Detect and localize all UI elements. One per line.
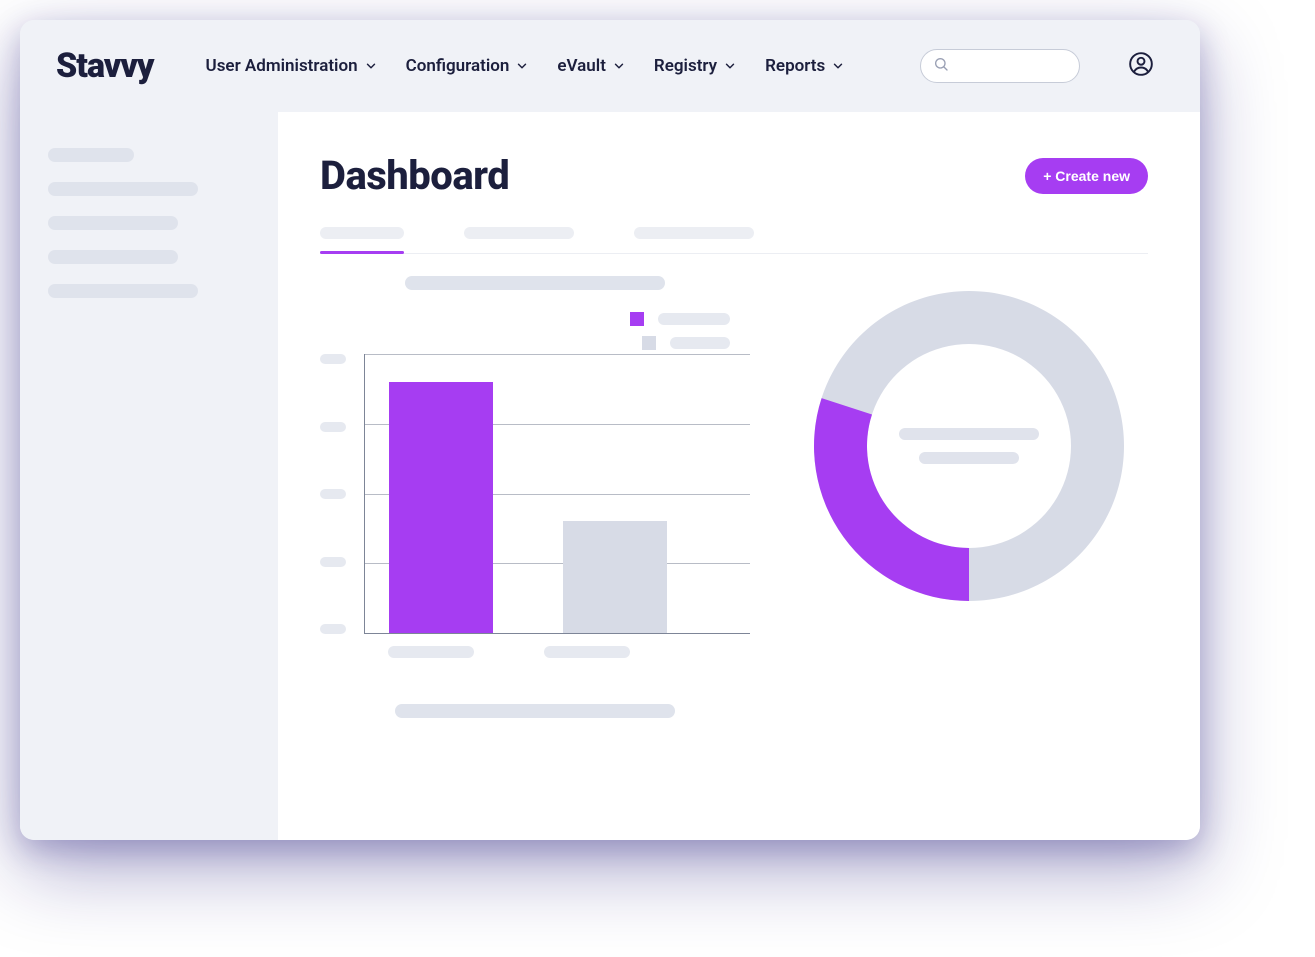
bar (389, 382, 493, 633)
nav-reports[interactable]: Reports (765, 56, 845, 76)
y-tick-placeholder (320, 354, 346, 364)
nav-label: Configuration (406, 56, 510, 76)
tab[interactable] (464, 227, 574, 239)
bar (563, 521, 667, 633)
legend-swatch-icon (630, 312, 644, 326)
x-label-placeholder (544, 646, 630, 658)
search-input[interactable] (920, 49, 1080, 83)
tabs (320, 227, 1148, 254)
y-tick-placeholder (320, 624, 346, 634)
legend-swatch-icon (642, 336, 656, 350)
create-new-button[interactable]: + Create new (1025, 158, 1148, 194)
header: Stavvy User Administration Configuration… (20, 20, 1200, 112)
donut-center-label-placeholder (919, 452, 1019, 464)
sidebar-item[interactable] (48, 216, 178, 230)
sidebar (20, 112, 278, 840)
primary-nav: User Administration Configuration eVault… (206, 56, 846, 76)
chevron-down-icon (831, 59, 845, 73)
donut-center-label-placeholder (899, 428, 1039, 440)
nav-evault[interactable]: eVault (557, 56, 626, 76)
x-label-placeholder (388, 646, 474, 658)
donut-chart (809, 286, 1129, 606)
active-tab-indicator (320, 251, 404, 254)
tab[interactable] (634, 227, 754, 239)
body: Dashboard + Create new (20, 112, 1200, 840)
bar-chart-legend (320, 312, 750, 350)
chevron-down-icon (515, 59, 529, 73)
search-icon (933, 56, 949, 76)
legend-label-placeholder (658, 313, 730, 325)
nav-label: eVault (557, 56, 606, 76)
sidebar-item[interactable] (48, 250, 178, 264)
y-tick-placeholder (320, 557, 346, 567)
y-axis-ticks (320, 354, 364, 634)
chart-title-placeholder (405, 276, 665, 290)
user-icon (1128, 51, 1154, 81)
bar-chart (320, 354, 750, 634)
main-content: Dashboard + Create new (278, 112, 1200, 840)
nav-label: Registry (654, 56, 717, 76)
legend-item (642, 336, 730, 350)
bar-chart-card (320, 276, 750, 718)
y-tick-placeholder (320, 422, 346, 432)
page-title: Dashboard (320, 152, 509, 199)
sidebar-item[interactable] (48, 182, 198, 196)
plot-area (364, 354, 750, 634)
charts-row (320, 276, 1148, 718)
account-button[interactable] (1126, 51, 1156, 81)
nav-label: Reports (765, 56, 825, 76)
chevron-down-icon (723, 59, 737, 73)
sidebar-item[interactable] (48, 284, 198, 298)
donut-chart-card (790, 276, 1148, 606)
y-tick-placeholder (320, 489, 346, 499)
sidebar-item[interactable] (48, 148, 134, 162)
nav-label: User Administration (206, 56, 358, 76)
x-axis-labels (320, 634, 750, 658)
tab[interactable] (320, 227, 404, 239)
chevron-down-icon (612, 59, 626, 73)
chart-footer-placeholder (395, 704, 675, 718)
donut-center-labels (809, 286, 1129, 606)
nav-registry[interactable]: Registry (654, 56, 737, 76)
brand-logo: Stavvy (56, 46, 154, 86)
app-window: Stavvy User Administration Configuration… (20, 20, 1200, 840)
legend-label-placeholder (670, 337, 730, 349)
legend-item (630, 312, 730, 326)
chevron-down-icon (364, 59, 378, 73)
nav-configuration[interactable]: Configuration (406, 56, 530, 76)
nav-user-administration[interactable]: User Administration (206, 56, 378, 76)
